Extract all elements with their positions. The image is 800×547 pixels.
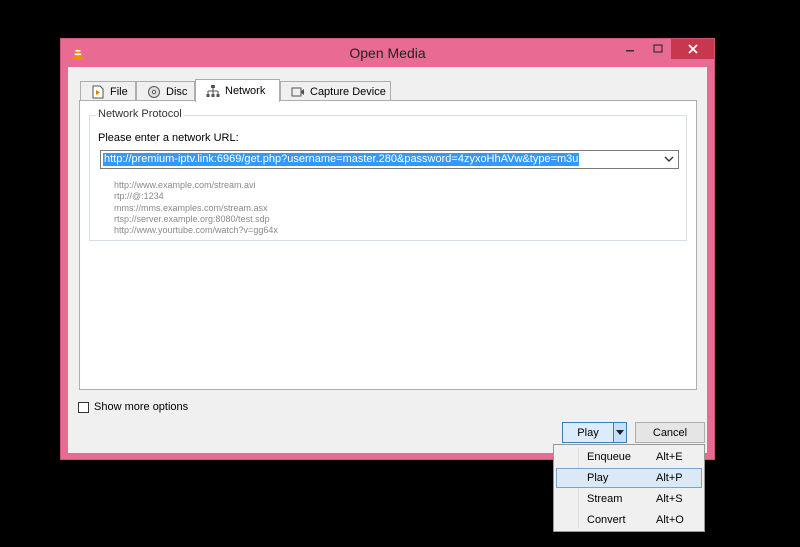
menu-item-convert[interactable]: Convert Alt+O — [556, 510, 702, 530]
menu-item-shortcut: Alt+E — [656, 451, 683, 463]
menu-item-shortcut: Alt+O — [656, 514, 684, 526]
show-more-options-label: Show more options — [94, 401, 189, 413]
capture-device-icon — [291, 87, 304, 96]
play-dropdown-menu: Enqueue Alt+E Play Alt+P Stream Alt+S Co… — [553, 444, 705, 532]
network-icon — [206, 85, 220, 97]
example-url: mms://mms.examples.com/stream.asx — [114, 202, 268, 213]
menu-item-label: Enqueue — [587, 451, 632, 463]
cancel-button-label: Cancel — [652, 426, 688, 439]
example-url: rtsp://server.example.org:8080/test.sdp — [114, 213, 270, 224]
menu-item-play[interactable]: Play Alt+P — [556, 468, 702, 488]
tab-capture-device-label: Capture Device — [310, 85, 386, 98]
close-icon — [687, 44, 698, 54]
caret-down-icon — [616, 429, 624, 435]
play-button[interactable]: Play — [562, 422, 614, 443]
menu-item-label: Convert — [587, 514, 626, 526]
disc-icon — [148, 85, 160, 98]
tab-network-label: Network — [225, 85, 266, 97]
menu-item-enqueue[interactable]: Enqueue Alt+E — [556, 447, 702, 467]
tab-capture-device[interactable]: Capture Device — [280, 81, 391, 101]
tab-file-label: File — [110, 85, 128, 98]
cancel-button[interactable]: Cancel — [635, 422, 705, 443]
example-url: rtp://@:1234 — [114, 191, 164, 202]
dialog-client-area: File Disc Network Capture Device Network… — [68, 67, 707, 453]
url-examples: http://www.example.com/stream.avi rtp://… — [114, 180, 278, 236]
play-button-label: Play — [577, 426, 599, 439]
tab-network[interactable]: Network — [195, 79, 280, 102]
chevron-down-icon[interactable] — [663, 153, 675, 166]
tab-disc-label: Disc — [166, 85, 188, 98]
title-bar[interactable]: Open Media — [61, 39, 714, 67]
close-button[interactable] — [671, 39, 714, 59]
network-url-input[interactable]: http://premium-iptv.link:6969/get.php?us… — [103, 153, 580, 166]
menu-item-stream[interactable]: Stream Alt+S — [556, 489, 702, 509]
play-dropdown-button[interactable] — [613, 422, 627, 443]
menu-item-label: Play — [587, 472, 609, 484]
menu-item-label: Stream — [587, 493, 623, 505]
network-protocol-group: Network Protocol Please enter a network … — [89, 108, 687, 241]
maximize-button[interactable] — [645, 39, 671, 59]
show-more-options-row[interactable]: Show more options — [78, 401, 188, 413]
file-icon — [92, 85, 104, 98]
menu-item-shortcut: Alt+S — [656, 493, 683, 505]
minimize-icon — [626, 50, 634, 52]
example-url: http://www.example.com/stream.avi — [114, 180, 256, 190]
tab-disc[interactable]: Disc — [136, 81, 195, 101]
network-url-combobox[interactable]: http://premium-iptv.link:6969/get.php?us… — [100, 150, 679, 169]
open-media-window: Open Media File Disc Network Capture Dev… — [60, 38, 715, 460]
network-protocol-title: Network Protocol — [96, 108, 184, 120]
maximize-icon — [653, 44, 663, 53]
minimize-button[interactable] — [617, 39, 643, 59]
tab-file[interactable]: File — [80, 81, 136, 101]
show-more-options-checkbox[interactable] — [78, 401, 89, 413]
network-panel: Network Protocol Please enter a network … — [79, 100, 697, 390]
menu-item-shortcut: Alt+P — [656, 472, 683, 484]
example-url: http://www.yourtube.com/watch?v=gg64x — [114, 225, 278, 236]
url-label: Please enter a network URL: — [98, 132, 239, 144]
